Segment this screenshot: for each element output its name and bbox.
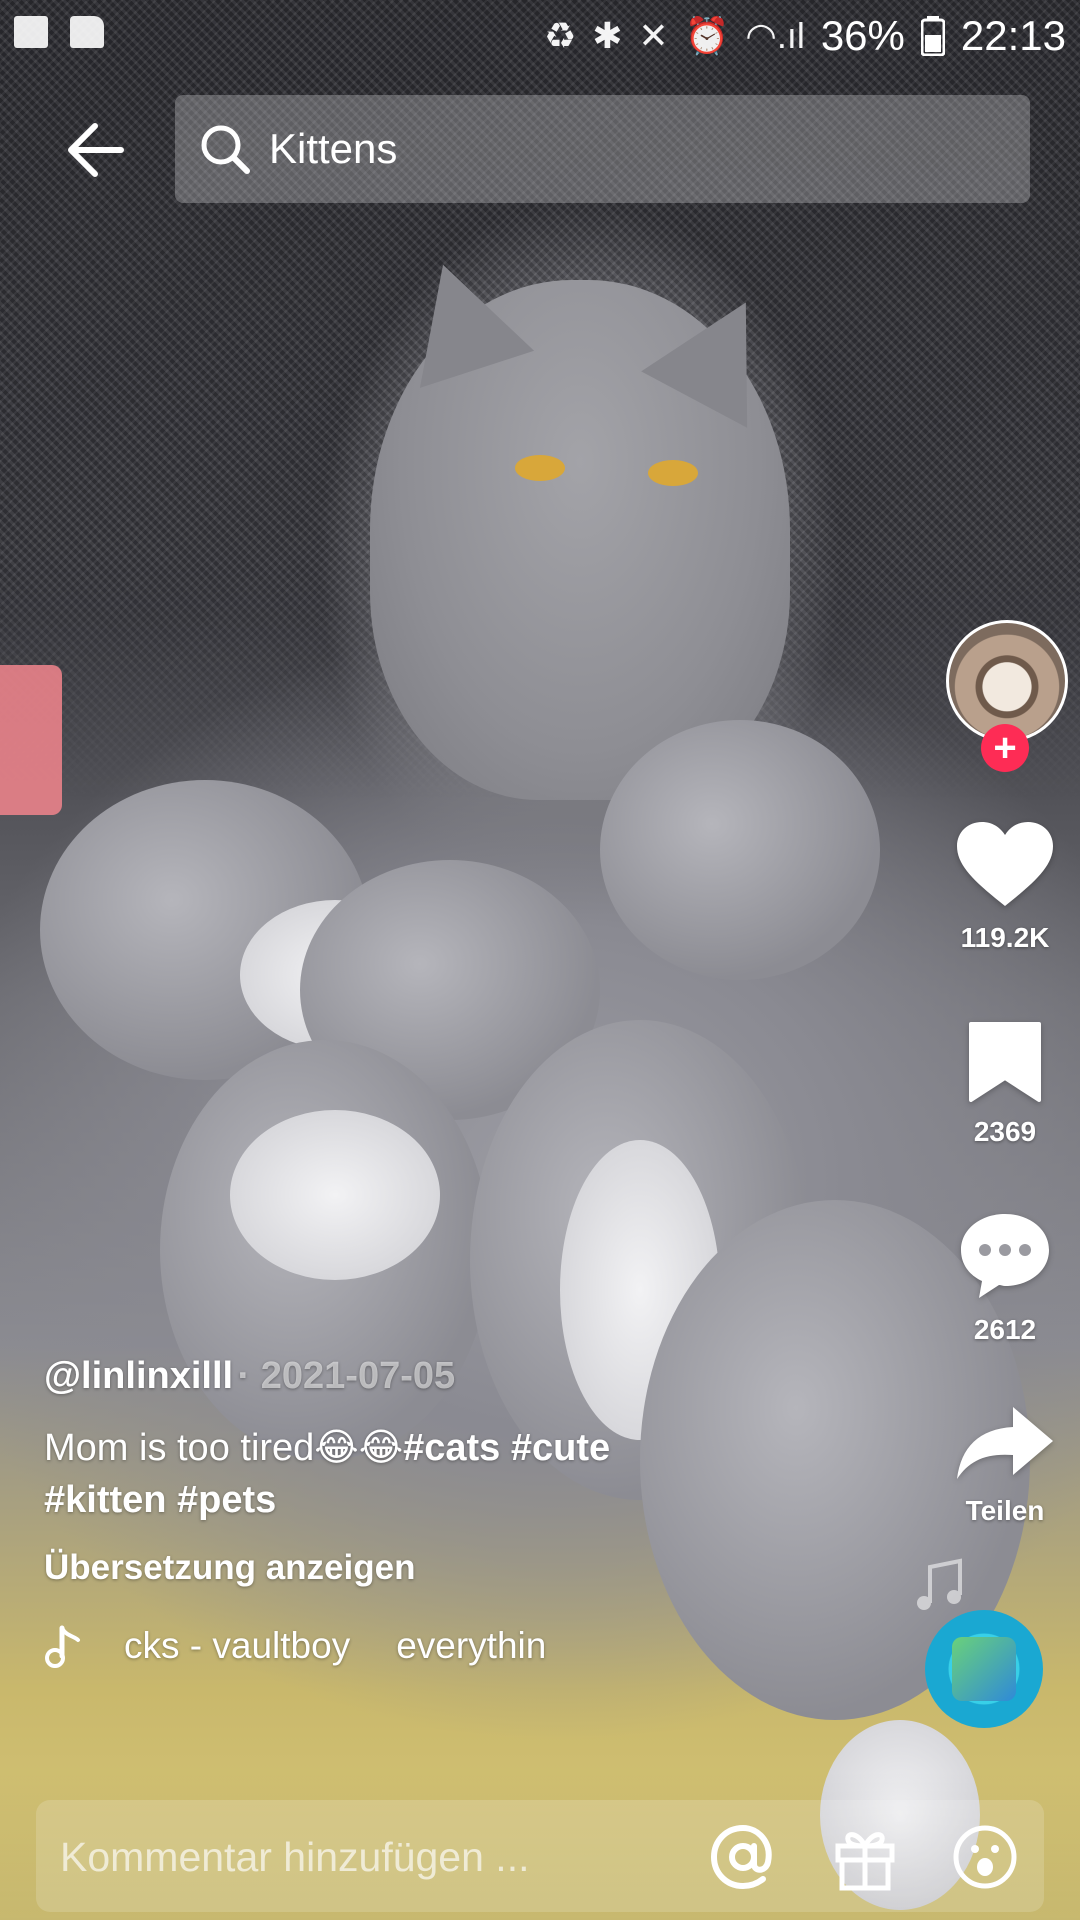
like-button[interactable]: 119.2K bbox=[930, 820, 1080, 954]
at-icon[interactable] bbox=[708, 1822, 778, 1892]
bluetooth-icon: ✱ bbox=[592, 15, 623, 56]
sound-title-repeat: everythin bbox=[396, 1625, 547, 1666]
translate-link[interactable]: Übersetzung anzeigen bbox=[44, 1548, 904, 1588]
search-query: Kittens bbox=[269, 125, 398, 172]
bookmark-count: 2369 bbox=[973, 1116, 1037, 1147]
comment-button[interactable]: 2612 bbox=[930, 1210, 1080, 1346]
search-bar[interactable]: Kittens bbox=[175, 95, 1030, 203]
album-art bbox=[952, 1637, 1016, 1701]
pink-basket-image bbox=[0, 665, 62, 815]
battery-icon bbox=[920, 16, 945, 56]
top-bar: Kittens bbox=[0, 95, 1080, 205]
post-description: Mom is too tired😂😂#cats #cute #kitten #p… bbox=[44, 1422, 904, 1526]
bookmark-icon bbox=[969, 1022, 1041, 1102]
post-date: 2021-07-05 bbox=[260, 1355, 456, 1397]
bookmark-button[interactable]: 2369 bbox=[930, 1020, 1080, 1148]
wifi-signal-icon: ◠.ıl bbox=[745, 15, 805, 56]
sound-disc[interactable] bbox=[925, 1610, 1043, 1728]
folder-icon bbox=[70, 16, 104, 48]
kitten-image bbox=[230, 1110, 440, 1280]
cat-eye bbox=[515, 455, 565, 481]
share-arrow-icon bbox=[957, 1407, 1053, 1479]
arrow-left-icon bbox=[68, 123, 124, 177]
follow-button[interactable]: + bbox=[981, 724, 1029, 772]
post-date-separator: · bbox=[237, 1355, 261, 1397]
mute-icon: ✕ bbox=[638, 15, 669, 56]
description-text: Mom is too tired😂😂 bbox=[44, 1427, 404, 1469]
comment-count: 2612 bbox=[973, 1314, 1037, 1345]
post-caption: @linlinxilll · 2021-07-05 Mom is too tir… bbox=[44, 1355, 904, 1668]
system-icons: ♻ ✱ ✕ ⏰ ◠.ıl 36% 22:13 bbox=[544, 12, 1066, 60]
like-count: 119.2K bbox=[960, 922, 1050, 953]
comment-placeholder: Kommentar hinzufügen ... bbox=[60, 1834, 530, 1880]
alarm-icon: ⏰ bbox=[684, 15, 730, 56]
notification-icons bbox=[14, 16, 104, 48]
music-note-icon bbox=[45, 1625, 80, 1668]
search-icon bbox=[201, 125, 250, 174]
comment-bubble-icon bbox=[961, 1214, 1049, 1298]
creator-handle[interactable]: @linlinxilll bbox=[44, 1355, 233, 1397]
gift-icon[interactable] bbox=[830, 1822, 900, 1892]
share-label: Teilen bbox=[965, 1495, 1045, 1526]
heart-icon bbox=[957, 822, 1053, 906]
gallery-icon bbox=[14, 16, 48, 48]
kitten-image bbox=[600, 720, 880, 980]
battery-percentage: 36% bbox=[820, 12, 905, 59]
sound-title: cks - vaultboy bbox=[124, 1625, 351, 1666]
video-feed-screen[interactable]: ♻ ✱ ✕ ⏰ ◠.ıl 36% 22:13 Kittens + 119.2K … bbox=[0, 0, 1080, 1920]
sound-ticker[interactable]: cks - vaultboy everythin bbox=[44, 1624, 904, 1668]
comment-input[interactable]: Kommentar hinzufügen ... bbox=[36, 1800, 1044, 1912]
hashtags[interactable]: #cats #cute bbox=[403, 1427, 610, 1469]
status-bar: ♻ ✱ ✕ ⏰ ◠.ıl 36% 22:13 bbox=[0, 0, 1080, 70]
floating-music-note-icon bbox=[917, 1558, 962, 1610]
battery-saver-icon: ♻ bbox=[543, 15, 577, 56]
cat-eye bbox=[648, 460, 698, 486]
back-button[interactable] bbox=[60, 115, 130, 185]
clock: 22:13 bbox=[960, 12, 1066, 59]
emoji-icon[interactable] bbox=[950, 1822, 1020, 1892]
comment-bar: Kommentar hinzufügen ... bbox=[0, 1770, 1080, 1920]
hashtags[interactable]: #kitten #pets bbox=[44, 1479, 276, 1521]
share-button[interactable]: Teilen bbox=[930, 1405, 1080, 1527]
